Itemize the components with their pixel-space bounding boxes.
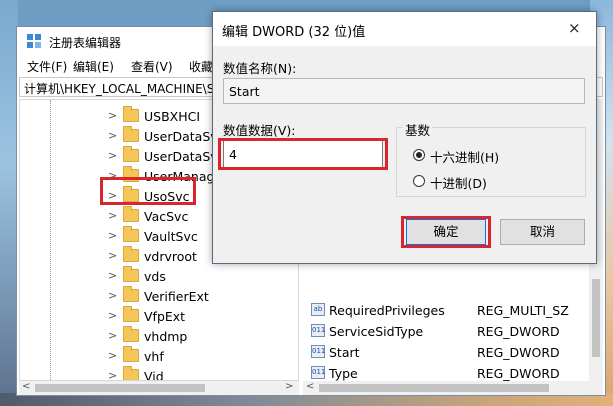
tree-item-vhdmp[interactable]: > vhdmp (20, 326, 298, 346)
folder-icon (123, 286, 139, 302)
values-hscroll-thumb[interactable] (319, 384, 549, 392)
dec-radio-label[interactable]: 十进制(D) (430, 173, 487, 192)
value-name: Type (329, 366, 358, 381)
value-row[interactable]: 011 Type REG_DWORD (311, 363, 601, 381)
tree-item-label: vhdmp (144, 329, 188, 344)
value-type: REG_DWORD (477, 324, 560, 339)
chevron-right-icon[interactable]: > (108, 309, 117, 322)
chevron-right-icon[interactable]: > (108, 229, 117, 242)
dec-radio[interactable] (413, 175, 425, 187)
tree-scroll-thumb[interactable] (35, 384, 205, 392)
hex-radio[interactable] (413, 149, 425, 161)
value-row[interactable]: 011 Start REG_DWORD (311, 342, 601, 363)
tree-item-vid[interactable]: > Vid (20, 366, 298, 381)
close-icon[interactable]: × (568, 19, 581, 37)
folder-icon (123, 346, 139, 362)
value-data-label: 数值数据(V): (223, 123, 296, 138)
selected-key-highlight (100, 177, 196, 205)
value-type: REG_DWORD (477, 366, 560, 381)
chevron-right-icon[interactable]: > (108, 129, 117, 142)
value-name-field: Start (223, 78, 585, 104)
folder-icon (123, 326, 139, 342)
tree-item-label: VaultSvc (144, 229, 198, 244)
dialog-title: 编辑 DWORD (32 位)值 (222, 25, 366, 40)
tree-item-label: VerifierExt (144, 289, 209, 304)
value-data-highlight (218, 138, 388, 170)
chevron-right-icon[interactable]: > (108, 149, 117, 162)
value-row[interactable]: 011 ServiceSidType REG_DWORD (311, 321, 601, 342)
edit-dword-dialog: 编辑 DWORD (32 位)值 × 数值名称(N): Start 数值数据(V… (212, 11, 597, 264)
value-row[interactable]: ab RequiredPrivileges REG_MULTI_SZ (311, 300, 601, 321)
menu-file[interactable]: 文件(F) (27, 58, 67, 75)
chevron-right-icon[interactable]: > (108, 349, 117, 362)
folder-icon (123, 226, 139, 242)
tree-item-label: VfpExt (144, 309, 186, 324)
menu-favorites[interactable]: 收藏 (189, 58, 213, 75)
tree-item-label: Vid (144, 369, 164, 381)
values-horizontal-scrollbar[interactable]: < (303, 381, 603, 395)
value-name: ServiceSidType (329, 324, 424, 339)
values-scroll-left-icon[interactable]: < (306, 381, 314, 392)
registry-title: 注册表编辑器 (49, 36, 122, 50)
folder-icon (123, 126, 139, 142)
tree-item-vhf[interactable]: > vhf (20, 346, 298, 366)
folder-icon (123, 106, 139, 122)
hex-radio-label[interactable]: 十六进制(H) (430, 147, 499, 166)
scroll-left-icon[interactable]: < (22, 381, 30, 392)
folder-icon (123, 306, 139, 322)
tree-item-label: vhf (144, 349, 164, 364)
tree-item-label: VacSvc (144, 209, 189, 224)
tree-item-verifierext[interactable]: > VerifierExt (20, 286, 298, 306)
chevron-right-icon[interactable]: > (108, 289, 117, 302)
binary-value-icon: 011 (311, 366, 325, 379)
chevron-right-icon[interactable]: > (108, 209, 117, 222)
tree-item-label: vdrvroot (144, 249, 197, 264)
value-type: REG_MULTI_SZ (477, 303, 569, 318)
folder-icon (123, 246, 139, 262)
cancel-button[interactable]: 取消 (500, 219, 585, 245)
tree-horizontal-scrollbar[interactable]: < > (19, 381, 299, 395)
tree-item-label: vds (144, 269, 166, 284)
folder-icon (123, 206, 139, 222)
value-name: RequiredPrivileges (329, 303, 445, 318)
registry-app-icon (27, 34, 41, 48)
folder-icon (123, 146, 139, 162)
value-name-label: 数值名称(N): (223, 61, 297, 76)
ok-button-highlight (401, 216, 491, 248)
tree-item-vds[interactable]: > vds (20, 266, 298, 286)
menu-view[interactable]: 查看(V) (131, 58, 173, 75)
chevron-right-icon[interactable]: > (108, 109, 117, 122)
folder-icon (123, 366, 139, 380)
values-scroll-thumb[interactable] (592, 279, 600, 357)
chevron-right-icon[interactable]: > (108, 269, 117, 282)
value-type: REG_DWORD (477, 345, 560, 360)
value-name: Start (329, 345, 360, 360)
base-label: 基数 (403, 120, 433, 139)
chevron-right-icon[interactable]: > (108, 369, 117, 380)
tree-item-vfpext[interactable]: > VfpExt (20, 306, 298, 326)
scroll-right-icon[interactable]: > (285, 381, 293, 392)
string-value-icon: ab (311, 303, 325, 316)
chevron-right-icon[interactable]: > (108, 249, 117, 262)
tree-item-label: USBXHCI (144, 109, 201, 124)
binary-value-icon: 011 (311, 345, 325, 358)
dialog-title-bar[interactable]: 编辑 DWORD (32 位)值 × (213, 12, 596, 46)
chevron-right-icon[interactable]: > (108, 329, 117, 342)
binary-value-icon: 011 (311, 324, 325, 337)
menu-edit[interactable]: 编辑(E) (73, 58, 114, 75)
folder-icon (123, 266, 139, 282)
